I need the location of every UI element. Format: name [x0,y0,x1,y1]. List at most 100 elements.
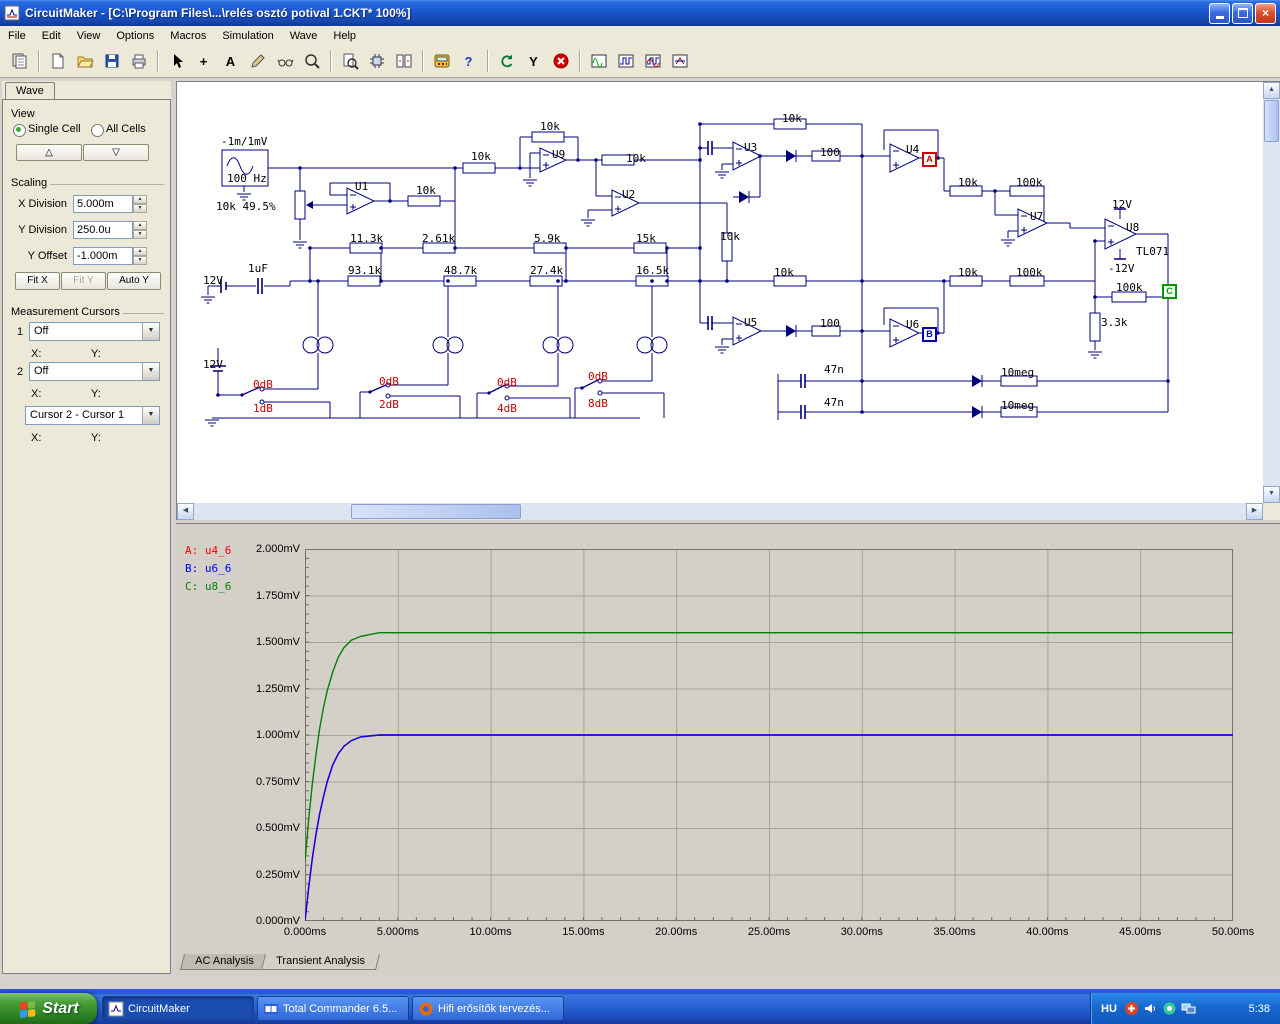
tray-shield-icon[interactable] [1124,1001,1139,1016]
zoom-window-button[interactable] [337,49,362,74]
place-part-button[interactable]: + [191,49,216,74]
cursor1-number: 1 [17,326,23,338]
close-button[interactable]: × [1255,3,1276,24]
menu-file[interactable]: File [0,28,34,44]
digital-display-button[interactable] [613,49,638,74]
minimize-button[interactable] [1209,3,1230,24]
x-axis-label: 45.00ms [1105,926,1175,938]
diff-x-label: X: [31,432,41,444]
print-button[interactable] [126,49,151,74]
zoom-tool-button[interactable] [299,49,324,74]
browser-icon [418,1001,434,1017]
scroll-up-button[interactable]: ▲ [1263,82,1280,99]
wire-tool-button[interactable] [245,49,270,74]
fit-y-button[interactable]: Fit Y [61,272,106,290]
y-axis-label: 1.750mV [242,590,300,602]
stop-simulation-button[interactable] [548,49,573,74]
mixed-display-button[interactable] [640,49,665,74]
tab-ac-analysis[interactable]: AC Analysis [180,954,269,970]
diff-y-label: Y: [91,432,101,444]
horizontal-scroll-thumb[interactable] [351,504,521,519]
menu-macros[interactable]: Macros [162,28,214,44]
x-division-input[interactable] [73,195,133,213]
probe-b[interactable]: B [922,327,937,342]
menu-view[interactable]: View [69,28,109,44]
task-label: Total Commander 6.5... [283,1003,397,1015]
start-button[interactable]: Start [0,993,97,1024]
probe-c[interactable]: C [1162,284,1177,299]
x-axis-label: 5.000ms [363,926,433,938]
y-division-spinner[interactable]: ▲▼ [133,221,147,239]
probe-tool-button[interactable] [272,49,297,74]
vertical-scroll-thumb[interactable] [1264,100,1279,142]
arrow-tool-button[interactable] [164,49,189,74]
cursor2-select[interactable]: Off ▼ [29,362,160,381]
menu-help[interactable]: Help [325,28,364,44]
system-tray: HU 5:38 [1090,993,1280,1024]
window-title: CircuitMaker - [C:\Program Files\...\rel… [25,6,1207,20]
tray-volume-icon[interactable] [1143,1001,1158,1016]
menu-edit[interactable]: Edit [34,28,69,44]
taskbar-clock: 5:38 [1249,1003,1270,1015]
tab-transient-analysis[interactable]: Transient Analysis [261,954,380,970]
probe-a[interactable]: A [922,152,937,167]
analog-display-button[interactable] [586,49,611,74]
text-tool-button[interactable]: A [218,49,243,74]
menu-wave[interactable]: Wave [282,28,326,44]
y-axis-label: 2.000mV [242,543,300,555]
x-axis-label: 35.00ms [920,926,990,938]
task-total-commander-6-5-[interactable]: Total Commander 6.5... [257,996,409,1021]
chevron-down-icon[interactable]: ▼ [142,407,159,424]
scroll-left-button[interactable]: ◀ [177,503,194,520]
probe-y-button[interactable]: Y [521,49,546,74]
chevron-down-icon[interactable]: ▼ [142,323,159,340]
fit-x-button[interactable]: Fit X [15,272,60,290]
y-offset-spinner[interactable]: ▲▼ [133,247,147,265]
all-cells-radio[interactable] [91,124,104,137]
chip-view-button[interactable] [364,49,389,74]
legend-item: C: u8_6 [185,580,231,593]
menu-options[interactable]: Options [108,28,162,44]
y-axis-label: 1.000mV [242,729,300,741]
scroll-right-button[interactable]: ▶ [1246,503,1263,520]
tray-network-icon[interactable] [1181,1001,1196,1016]
vertical-scrollbar[interactable]: ▲ ▼ [1263,82,1280,503]
schematic-canvas[interactable] [177,82,1262,502]
y-division-input[interactable] [73,221,133,239]
new-file-button[interactable] [45,49,70,74]
language-indicator[interactable]: HU [1101,1003,1117,1015]
y-offset-input[interactable] [73,247,133,265]
scale-down-button[interactable]: ▽ [83,144,149,161]
wave-panel-body: View Single Cell All Cells △ ▽ Scaling X… [2,99,171,974]
help-button[interactable]: ? [456,49,481,74]
scroll-down-button[interactable]: ▼ [1263,486,1280,503]
taskbar: Start CircuitMaker Total Commander 6.5...… [0,993,1280,1024]
split-view-button[interactable] [391,49,416,74]
y-offset-label: Y Offset [5,250,67,262]
xy-display-button[interactable] [667,49,692,74]
y-axis-label: 1.500mV [242,636,300,648]
tray-ball-icon[interactable] [1162,1001,1177,1016]
chevron-down-icon[interactable]: ▼ [142,363,159,380]
task-circuitmaker[interactable]: CircuitMaker [102,996,254,1021]
toolbar-separator [422,50,423,72]
x-division-spinner[interactable]: ▲▼ [133,195,147,213]
cursor2-number: 2 [17,366,23,378]
scale-up-button[interactable]: △ [16,144,82,161]
task-hifi-er-s-t-k-tervez-s-[interactable]: Hifi erősítők tervezés... [412,996,564,1021]
single-cell-radio[interactable] [13,124,26,137]
multimeter-button[interactable] [429,49,454,74]
wave-panel-tab[interactable]: Wave [5,82,55,100]
schematic-editor[interactable]: -1m/1mV100 Hz10k 49.5%U110k10k10kU910kU2… [176,81,1280,520]
open-file-button[interactable] [72,49,97,74]
menu-simulation[interactable]: Simulation [214,28,281,44]
cursor1-select[interactable]: Off ▼ [29,322,160,341]
component-library-button[interactable] [7,49,32,74]
restore-button[interactable] [1232,3,1253,24]
horizontal-scrollbar[interactable]: ◀ ▶ [177,503,1263,520]
auto-y-button[interactable]: Auto Y [107,272,161,290]
x-axis-label: 30.00ms [827,926,897,938]
reset-button[interactable] [494,49,519,74]
cursor-diff-select[interactable]: Cursor 2 - Cursor 1 ▼ [25,406,160,425]
save-file-button[interactable] [99,49,124,74]
